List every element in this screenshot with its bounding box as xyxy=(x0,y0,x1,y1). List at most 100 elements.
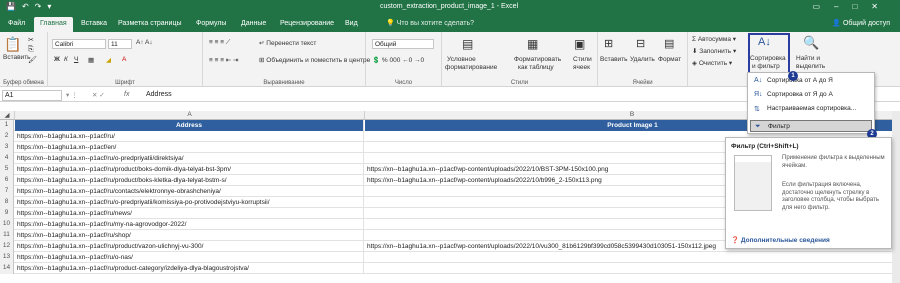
tab-formulas[interactable]: Формулы xyxy=(196,17,226,32)
row-number[interactable]: 3 xyxy=(0,142,14,153)
row-number[interactable]: 10 xyxy=(0,219,14,230)
more-info-link[interactable]: ❓ Дополнительные сведения xyxy=(731,236,830,244)
menu-item-sort-az[interactable]: A↓ Сортировка от А до Я xyxy=(750,75,872,87)
table-row: 13 https://xn--b1aghu1a.xn--p1acf/ru/o-n… xyxy=(0,252,900,263)
find-select-label-1[interactable]: Найти и xyxy=(796,55,820,62)
cell-a[interactable]: https://xn--b1aghu1a.xn--p1acf/en/ xyxy=(15,142,364,153)
cell-a[interactable]: https://xn--b1aghu1a.xn--p1acf/ru/produc… xyxy=(15,175,364,186)
cell-a[interactable]: https://xn--b1aghu1a.xn--p1acf/ru/contac… xyxy=(15,186,364,197)
cell-a[interactable]: https://xn--b1aghu1a.xn--p1acf/ru/my-na-… xyxy=(15,219,364,230)
font-color-icon[interactable]: A xyxy=(122,56,126,63)
format-painter-icon[interactable]: 🖌 xyxy=(28,56,37,64)
cell-b[interactable] xyxy=(365,263,900,274)
share-button[interactable]: 👤 Общий доступ xyxy=(832,19,890,27)
tab-home[interactable]: Главная xyxy=(34,17,73,32)
menu-item-filter[interactable]: ⏷ Фильтр xyxy=(750,120,872,132)
tab-review[interactable]: Рецензирование xyxy=(280,17,334,32)
select-all-corner[interactable]: ◢ xyxy=(0,111,15,120)
cell-a[interactable]: Address xyxy=(15,120,364,131)
currency-percent-icon[interactable]: 💲 % 000 ←0 →0 xyxy=(372,56,424,64)
bold-button[interactable]: Ж xyxy=(54,56,60,63)
delete-cells-icon[interactable]: ⊟ xyxy=(636,37,645,50)
cell-styles-icon[interactable]: ▣ xyxy=(574,37,585,51)
fill-button[interactable]: ⬇ Заполнить ▾ xyxy=(692,47,736,55)
menu-item-sort-za[interactable]: Я↓ Сортировка от Я до А xyxy=(750,89,872,101)
cell-a[interactable]: https://xn--b1aghu1a.xn--p1acf/ru/shop/ xyxy=(15,230,364,241)
tab-page-layout[interactable]: Разметка страницы xyxy=(118,17,182,32)
tab-data[interactable]: Данные xyxy=(241,17,266,32)
format-cells-icon[interactable]: ▤ xyxy=(664,37,674,50)
font-name-select[interactable]: Calibri xyxy=(52,39,106,49)
row-number[interactable]: 4 xyxy=(0,153,14,164)
cell-a[interactable]: https://xn--b1aghu1a.xn--p1acf/ru/ xyxy=(15,131,364,142)
conditional-format-label-2[interactable]: форматирование xyxy=(445,64,497,71)
row-number[interactable]: 12 xyxy=(0,241,14,252)
cell-b[interactable] xyxy=(365,252,900,263)
fill-label: Заполнить xyxy=(699,48,732,55)
namebox-dropdown-icon[interactable]: ▾ ⋮ xyxy=(66,91,78,99)
row-number[interactable]: 2 xyxy=(0,131,14,142)
cell-styles-label-1[interactable]: Стили xyxy=(573,56,592,63)
delete-cells-label[interactable]: Удалить xyxy=(630,56,655,63)
row-number[interactable]: 7 xyxy=(0,186,14,197)
name-box[interactable]: A1 xyxy=(2,90,62,101)
format-table-icon[interactable]: ▦ xyxy=(527,37,538,51)
insert-cells-label[interactable]: Вставить xyxy=(600,56,628,63)
tab-file[interactable]: Файл xyxy=(8,17,25,32)
insert-cells-icon[interactable]: ⊞ xyxy=(604,37,613,50)
font-size-select[interactable]: 11 xyxy=(108,39,132,49)
format-table-label-2[interactable]: как таблицу xyxy=(518,64,554,71)
align-left-icon[interactable]: ≡ ≡ ≡ ⇤ ⇥ xyxy=(209,56,239,64)
row-number[interactable]: 8 xyxy=(0,197,14,208)
cell-a[interactable]: https://xn--b1aghu1a.xn--p1acf/ru/news/ xyxy=(15,208,364,219)
tell-me-search[interactable]: 💡 Что вы хотите сделать? xyxy=(386,19,474,27)
wrap-text-button[interactable]: ↵ Перенести текст xyxy=(259,39,316,47)
italic-button[interactable]: К xyxy=(64,56,68,63)
cancel-enter-icons[interactable]: ✕ ✓ xyxy=(92,91,105,99)
menu-item-custom-sort[interactable]: ⇅ Настраиваемая сортировка... xyxy=(750,103,872,115)
row-number[interactable]: 6 xyxy=(0,175,14,186)
paste-icon[interactable]: 📋 xyxy=(4,36,21,53)
row-number[interactable]: 9 xyxy=(0,208,14,219)
cell-styles-label-2[interactable]: ячеек xyxy=(573,64,590,71)
cell-a[interactable]: https://xn--b1aghu1a.xn--p1acf/ru/o-pred… xyxy=(15,197,364,208)
underline-button[interactable]: Ч xyxy=(74,56,78,63)
font-grow-icon[interactable]: A↑ A↓ xyxy=(136,39,153,46)
find-select-label-2[interactable]: выделить xyxy=(796,63,825,70)
find-select-icon[interactable]: 🔍 xyxy=(803,35,819,51)
tab-insert[interactable]: Вставка xyxy=(81,17,107,32)
autosum-button[interactable]: Σ Автосумма ▾ xyxy=(692,35,736,43)
cell-a[interactable]: https://xn--b1aghu1a.xn--p1acf/ru/produc… xyxy=(15,164,364,175)
quick-access-toolbar[interactable]: 💾↶↷▾ xyxy=(6,2,57,11)
vertical-scrollbar[interactable] xyxy=(892,111,900,283)
column-header-a[interactable]: A xyxy=(15,111,365,120)
row-number[interactable]: 5 xyxy=(0,164,14,175)
format-cells-label[interactable]: Формат xyxy=(658,56,681,63)
formula-content[interactable]: Address xyxy=(146,91,172,98)
clear-button[interactable]: ◈ Очистить ▾ xyxy=(692,59,732,67)
cell-a[interactable]: https://xn--b1aghu1a.xn--p1acf/ru/produc… xyxy=(15,241,364,252)
row-number[interactable]: 13 xyxy=(0,252,14,263)
fx-icon[interactable]: fx xyxy=(124,91,129,98)
sort-za-icon: Я↓ xyxy=(754,91,763,98)
align-top-icon[interactable]: ≡ ≡ ≡ ⟋ xyxy=(209,39,230,47)
cut-icon[interactable]: ✂ xyxy=(28,36,34,44)
fill-color-icon[interactable]: ◢ xyxy=(106,56,111,64)
copy-icon[interactable]: ⎘ xyxy=(28,46,34,54)
window-controls[interactable]: ▭–□✕ xyxy=(812,2,892,11)
cell-a[interactable]: https://xn--b1aghu1a.xn--p1acf/ru/produc… xyxy=(15,263,364,274)
paste-button[interactable]: Вставить xyxy=(3,54,31,61)
row-number[interactable]: 14 xyxy=(0,263,14,274)
conditional-format-icon[interactable]: ▤ xyxy=(462,37,473,51)
tab-view[interactable]: Вид xyxy=(345,17,358,32)
row-number[interactable]: 1 xyxy=(0,120,14,131)
cell-a[interactable]: https://xn--b1aghu1a.xn--p1acf/ru/o-pred… xyxy=(15,153,364,164)
conditional-format-label-1[interactable]: Условное xyxy=(447,56,476,63)
format-table-label-1[interactable]: Форматировать xyxy=(514,56,561,63)
cell-a[interactable]: https://xn--b1aghu1a.xn--p1acf/ru/o-nas/ xyxy=(15,252,364,263)
menu-item-label: Настраиваемая сортировка... xyxy=(767,105,857,112)
borders-icon[interactable]: ▦ xyxy=(88,56,94,64)
row-number[interactable]: 11 xyxy=(0,230,14,241)
number-format-select[interactable]: Общий xyxy=(372,39,434,49)
merge-center-button[interactable]: ⊞ Объединить и поместить в центре xyxy=(259,56,370,64)
